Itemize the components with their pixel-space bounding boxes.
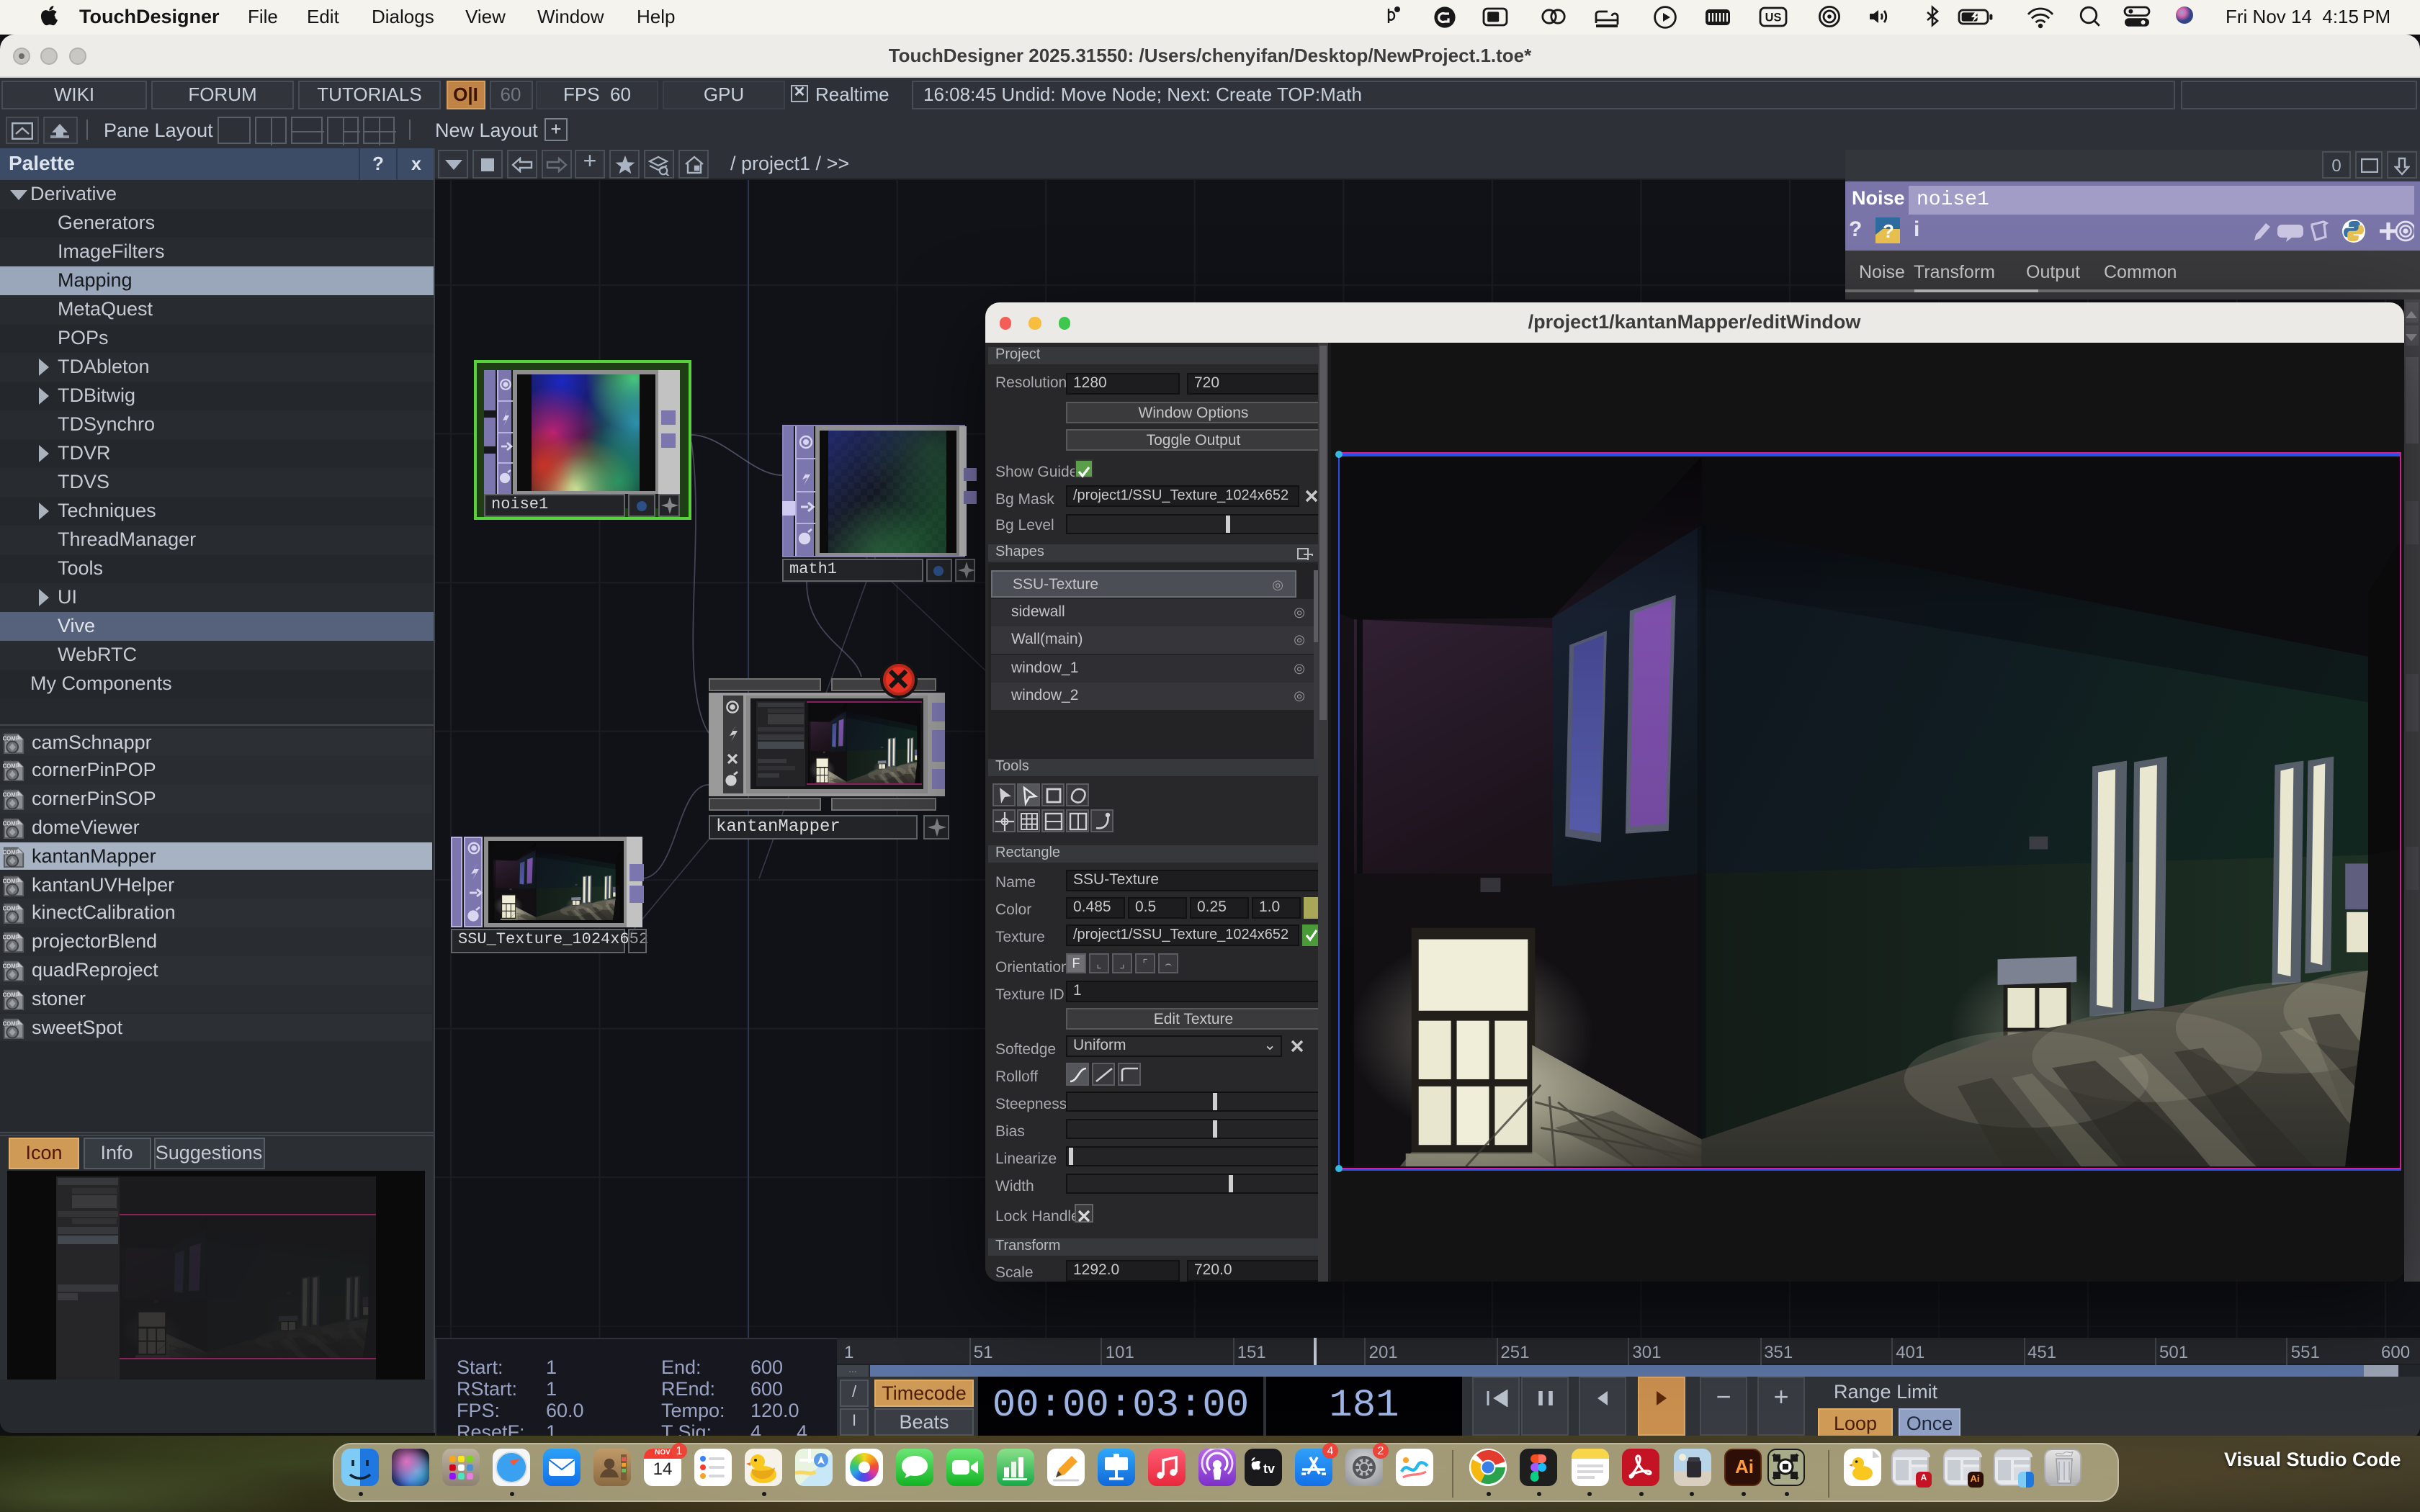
svg-text:tv: tv [1263, 1462, 1275, 1476]
svg-text:US: US [1765, 12, 1782, 24]
svg-text:?: ? [1882, 220, 1894, 242]
